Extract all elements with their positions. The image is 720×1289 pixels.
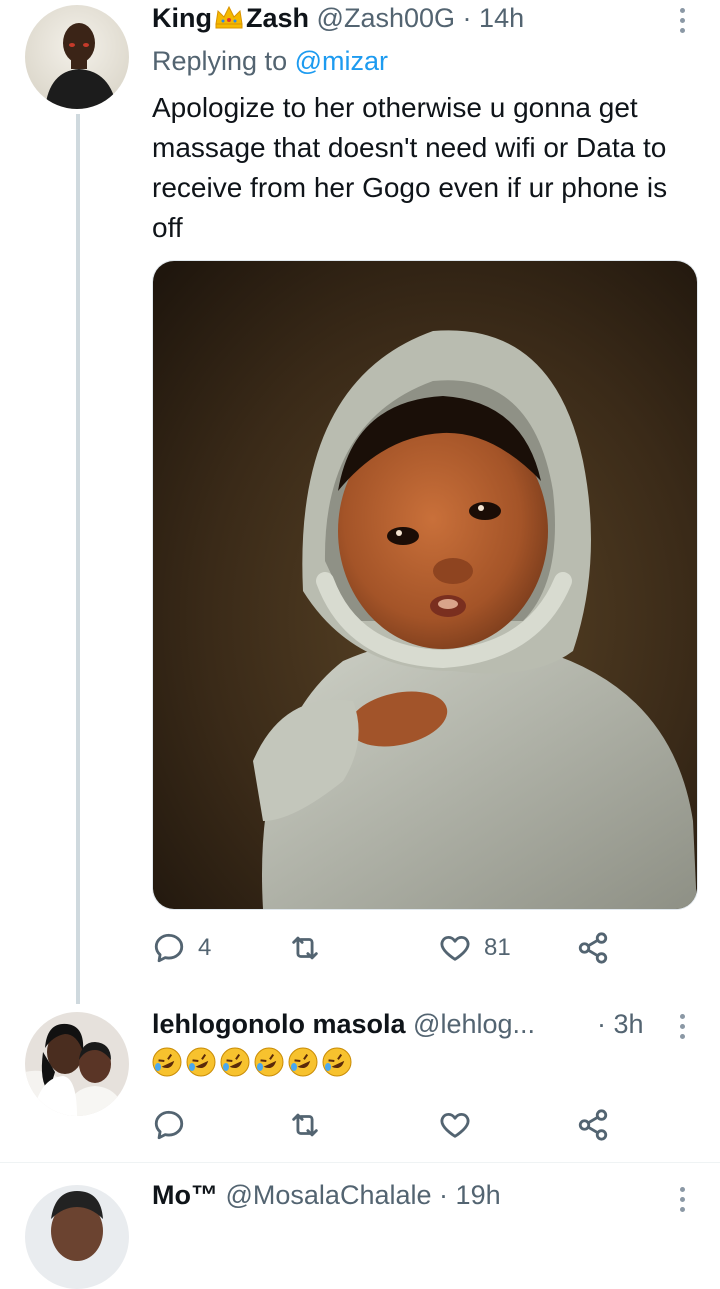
display-name[interactable]: lehlogonolo masola (152, 1009, 406, 1039)
more-options-icon[interactable] (678, 8, 686, 33)
reply-button[interactable] (152, 1103, 186, 1147)
timestamp[interactable]: 14h (479, 3, 524, 33)
like-count: 81 (484, 934, 511, 961)
handle[interactable]: @Zash00G (317, 3, 455, 33)
avatar-mo[interactable] (25, 1185, 129, 1289)
share-icon (578, 932, 608, 964)
separator-dot: · (462, 3, 472, 33)
retweet-icon (292, 1113, 318, 1137)
reply-icon (154, 933, 184, 963)
display-name-part1[interactable]: King (152, 3, 212, 33)
rofl-emoji-icon (254, 1047, 284, 1077)
timestamp[interactable]: 3h (614, 1009, 644, 1039)
tweet-header: Mo™ @MosalaChalale · 19h (152, 1180, 501, 1211)
tweet-actions: 4 81 (152, 926, 622, 970)
tweet-header: King Zash @Zash00G · 14h (152, 3, 524, 37)
reply-button[interactable]: 4 (152, 926, 211, 970)
replying-to-line: Replying to @mizar (152, 46, 388, 77)
more-options-icon[interactable] (678, 1187, 686, 1212)
tweet-mo[interactable]: Mo™ @MosalaChalale · 19h (0, 1163, 720, 1289)
rofl-emoji-icon (186, 1047, 216, 1077)
avatar-lehlogonolo[interactable] (25, 1012, 129, 1116)
thread-connector-line (76, 114, 80, 1004)
time-block: · 3h (597, 1009, 644, 1040)
rofl-emoji-icon (152, 1047, 182, 1077)
share-icon (578, 1109, 608, 1141)
tweet-actions (152, 1103, 622, 1147)
reply-icon (154, 1110, 184, 1140)
emoji-text (152, 1047, 352, 1077)
tweet-lehlogonolo[interactable]: lehlogonolo masola @lehlog... · 3h (0, 1004, 720, 1162)
heart-icon (440, 935, 470, 961)
heart-icon (440, 1112, 470, 1138)
retweet-button[interactable] (288, 926, 334, 970)
more-options-icon[interactable] (678, 1014, 686, 1039)
reply-count: 4 (198, 934, 212, 961)
share-button[interactable] (576, 926, 610, 970)
like-button[interactable]: 81 (438, 926, 511, 970)
crown-icon (214, 4, 244, 37)
tweet-text: Apologize to her otherwise u gonna get m… (152, 92, 668, 243)
replying-prefix: Replying to (152, 46, 288, 76)
tweet-media-photo[interactable] (152, 260, 698, 910)
share-button[interactable] (576, 1103, 610, 1147)
rofl-emoji-icon (288, 1047, 318, 1077)
display-name-part2[interactable]: Zash (246, 3, 309, 33)
tweet-header: lehlogonolo masola @lehlog... (152, 1009, 535, 1040)
retweet-button[interactable] (288, 1103, 322, 1147)
baby-in-hoodie-photo (153, 261, 697, 909)
like-button[interactable] (438, 1103, 472, 1147)
handle[interactable]: @lehlog... (413, 1009, 535, 1039)
avatar-kingzash[interactable] (25, 5, 129, 109)
separator-dot: · (597, 1009, 606, 1039)
tweet-kingzash[interactable]: King Zash @Zash00G · 14h Replying to @mi… (0, 0, 720, 1004)
rofl-emoji-icon (220, 1047, 250, 1077)
retweet-icon (292, 936, 318, 960)
rofl-emoji-icon (322, 1047, 352, 1077)
mention-link[interactable]: @mizar (295, 46, 388, 76)
